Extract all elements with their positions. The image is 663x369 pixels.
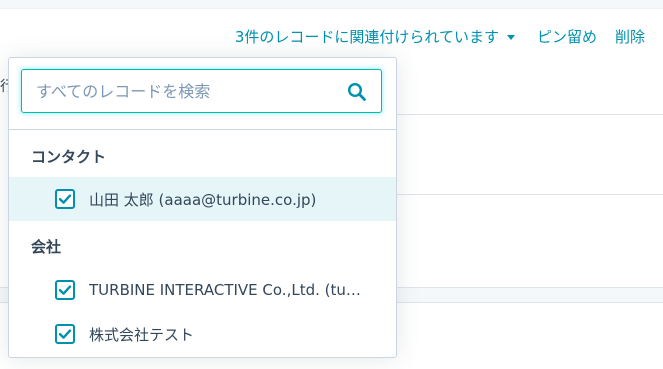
checkmark-icon [58,194,72,204]
activity-actions: 3件のレコードに関連付けられています ピン留め 削除 [235,26,645,47]
associations-dropdown-toggle[interactable]: 3件のレコードに関連付けられています [235,26,515,47]
checkmark-icon [58,285,72,295]
item-label: TURBINE INTERACTIVE Co.,Ltd. (tu… [89,281,361,299]
list-item-company[interactable]: 株式会社テスト [9,312,396,356]
search-input[interactable] [22,70,346,112]
section-label-contacts: コンタクト [31,148,107,166]
item-label: 株式会社テスト [89,325,195,344]
checkbox[interactable] [55,280,75,300]
associations-label: 3件のレコードに関連付けられています [234,28,499,46]
search-icon[interactable] [347,82,367,102]
card-divider [396,114,663,115]
checkbox[interactable] [55,324,75,344]
item-label: 山田 太郎 (aaaa@turbine.co.jp) [89,190,317,209]
pin-button[interactable]: ピン留め [537,26,597,47]
list-item-contact[interactable]: 山田 太郎 (aaaa@turbine.co.jp) [9,177,396,221]
page-top-strip [0,0,663,6]
list-item-company[interactable]: TURBINE INTERACTIVE Co.,Ltd. (tu… [9,268,396,312]
section-label-companies: 会社 [31,238,62,256]
caret-down-icon [506,35,515,40]
delete-button[interactable]: 削除 [615,26,645,47]
card-divider [396,194,663,195]
checkbox[interactable] [55,189,75,209]
checkmark-icon [58,329,72,339]
associations-dropdown: コンタクト 山田 太郎 (aaaa@turbine.co.jp) 会社 TURB… [8,57,397,358]
search-area [9,58,396,130]
search-box[interactable] [21,69,382,113]
